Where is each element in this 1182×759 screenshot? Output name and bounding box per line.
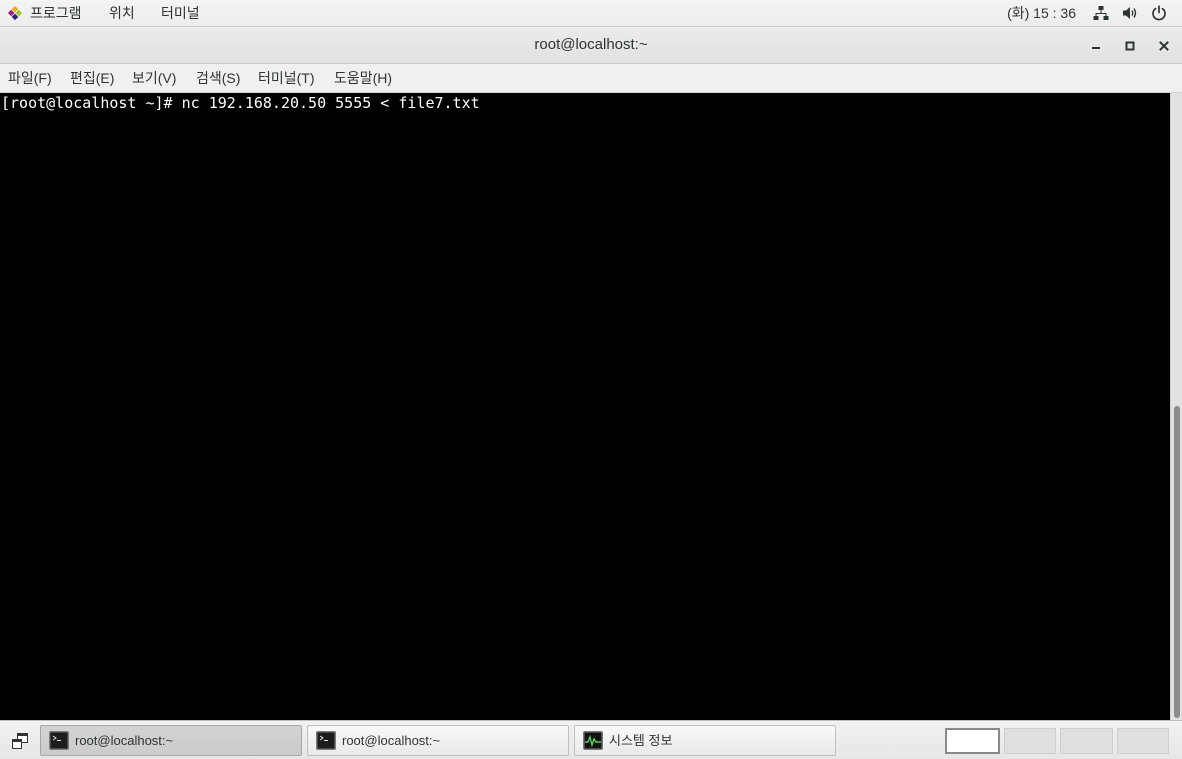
- menu-terminal[interactable]: 터미널(T): [258, 64, 315, 92]
- workspace-2[interactable]: [1003, 728, 1056, 754]
- taskbar-window-button[interactable]: root@localhost:~: [307, 725, 569, 756]
- terminal-output[interactable]: [root@localhost ~]# nc 192.168.20.50 555…: [0, 93, 1170, 720]
- taskbar-window-label: 시스템 정보: [609, 733, 673, 748]
- centos-logo-icon: [7, 5, 23, 21]
- applications-menu[interactable]: 프로그램: [6, 0, 82, 26]
- terminal-scrollbar[interactable]: [1170, 93, 1182, 720]
- terminal-line: [root@localhost ~]# nc 192.168.20.50 555…: [1, 94, 480, 112]
- menu-help[interactable]: 도움말(H): [334, 64, 392, 92]
- close-icon: [1158, 40, 1170, 52]
- scrollbar-thumb[interactable]: [1174, 406, 1180, 718]
- taskbar-window-button[interactable]: root@localhost:~: [40, 725, 302, 756]
- menu-bar: 파일(F) 편집(E) 보기(V) 검색(S) 터미널(T) 도움말(H): [0, 64, 1182, 93]
- menu-edit[interactable]: 편집(E): [70, 64, 114, 92]
- applications-menu-label: 프로그램: [30, 5, 82, 21]
- power-icon[interactable]: [1151, 5, 1167, 21]
- app-menu-terminal[interactable]: 터미널: [161, 0, 200, 26]
- workspace-3[interactable]: [1060, 728, 1113, 754]
- menu-search[interactable]: 검색(S): [196, 64, 240, 92]
- terminal-icon: [316, 731, 336, 750]
- window-titlebar[interactable]: root@localhost:~: [0, 27, 1182, 64]
- volume-icon[interactable]: [1122, 5, 1138, 21]
- workspace-4[interactable]: [1116, 728, 1169, 754]
- network-icon[interactable]: [1093, 5, 1109, 21]
- system-monitor-icon: [583, 731, 603, 750]
- taskbar-window-label: root@localhost:~: [342, 733, 441, 748]
- workspace-1[interactable]: [945, 728, 1000, 754]
- window-title: root@localhost:~: [534, 36, 648, 53]
- close-button[interactable]: [1152, 35, 1176, 57]
- clock[interactable]: (화) 15 : 36: [1007, 0, 1076, 26]
- show-desktop-button[interactable]: [6, 726, 34, 756]
- terminal-icon: [49, 731, 69, 750]
- show-desktop-icon: [11, 732, 29, 750]
- minimize-icon: [1090, 40, 1102, 52]
- maximize-icon: [1124, 40, 1136, 52]
- places-menu[interactable]: 위치: [109, 0, 135, 26]
- minimize-button[interactable]: [1084, 35, 1108, 57]
- taskbar: root@localhost:~ root@localhost:~ 시스템 정보: [0, 720, 1182, 759]
- taskbar-window-label: root@localhost:~: [75, 733, 174, 748]
- workspace-switcher: [945, 728, 1169, 754]
- maximize-button[interactable]: [1118, 35, 1142, 57]
- taskbar-window-button[interactable]: 시스템 정보: [574, 725, 836, 756]
- menu-file[interactable]: 파일(F): [8, 64, 52, 92]
- top-panel: 프로그램 위치 터미널 (화) 15 : 36: [0, 0, 1182, 27]
- menu-view[interactable]: 보기(V): [132, 64, 176, 92]
